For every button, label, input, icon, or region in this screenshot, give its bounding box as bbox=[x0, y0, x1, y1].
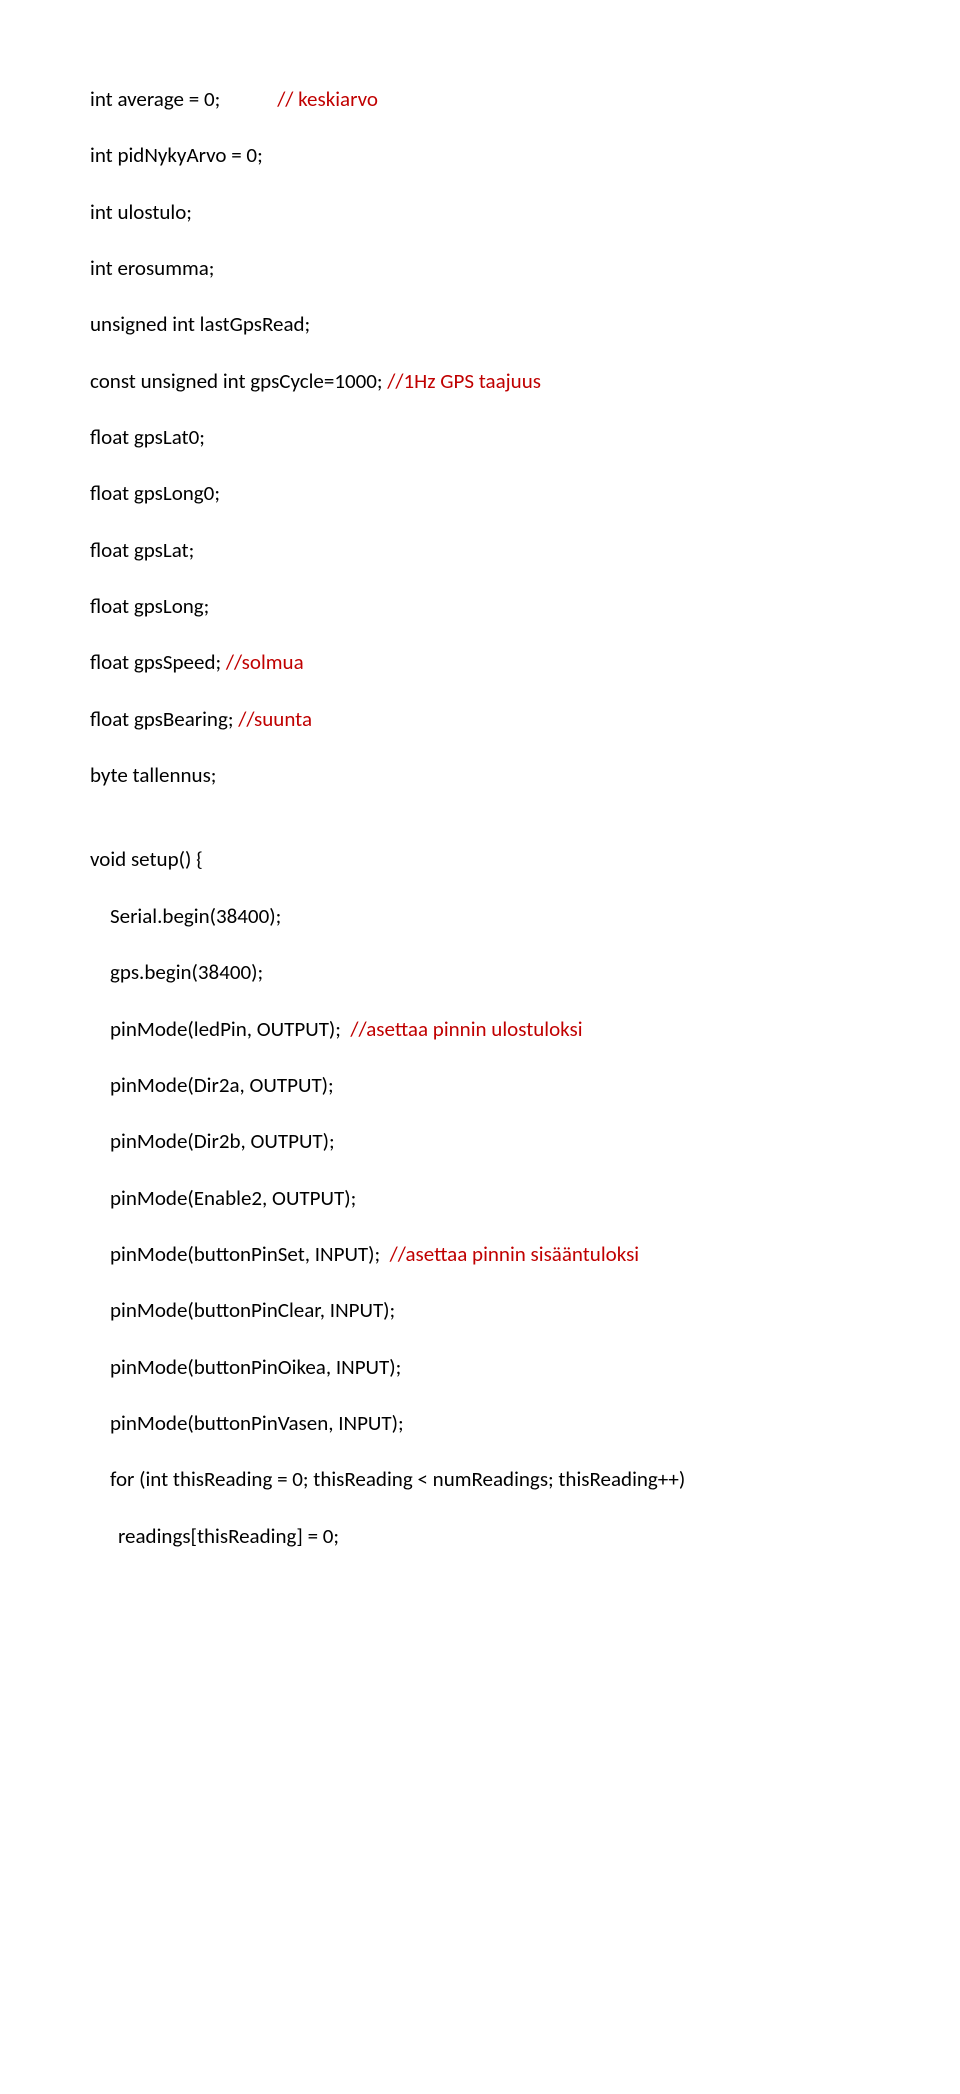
code-text: float gpsBearing; bbox=[90, 706, 238, 732]
code-line: gps.begin(38400); bbox=[90, 958, 870, 986]
code-text: int ulostulo; bbox=[90, 199, 192, 225]
code-text: pinMode(Dir2a, OUTPUT); bbox=[110, 1072, 334, 1098]
code-text: Serial.begin(38400); bbox=[110, 903, 281, 929]
code-line: float gpsBearing; //suunta bbox=[90, 705, 870, 733]
code-text: void setup() { bbox=[90, 846, 203, 872]
code-document: int average = 0; // keskiarvo int pidNyky… bbox=[90, 85, 870, 1550]
code-comment: //suunta bbox=[238, 706, 312, 732]
code-line: Serial.begin(38400); bbox=[90, 902, 870, 930]
code-line: void setup() { bbox=[90, 845, 870, 873]
code-text: float gpsLat; bbox=[90, 537, 194, 563]
code-line: readings[thisReading] = 0; bbox=[90, 1522, 870, 1550]
code-text: byte tallennus; bbox=[90, 762, 216, 788]
code-text: pinMode(buttonPinVasen, INPUT); bbox=[110, 1410, 404, 1436]
code-line: float gpsSpeed; //solmua bbox=[90, 648, 870, 676]
code-text: float gpsLat0; bbox=[90, 424, 205, 450]
code-line: pinMode(Enable2, OUTPUT); bbox=[90, 1184, 870, 1212]
code-text: int erosumma; bbox=[90, 255, 214, 281]
code-text: float gpsLong0; bbox=[90, 480, 220, 506]
code-line: pinMode(buttonPinClear, INPUT); bbox=[90, 1296, 870, 1324]
code-line: const unsigned int gpsCycle=1000; //1Hz … bbox=[90, 367, 870, 395]
code-line: pinMode(ledPin, OUTPUT); //asettaa pinni… bbox=[90, 1015, 870, 1043]
code-text: float gpsSpeed; bbox=[90, 649, 226, 675]
code-line: for (int thisReading = 0; thisReading < … bbox=[90, 1465, 870, 1493]
code-text: pinMode(Enable2, OUTPUT); bbox=[110, 1185, 356, 1211]
code-line: int erosumma; bbox=[90, 254, 870, 282]
code-text: float gpsLong; bbox=[90, 593, 209, 619]
code-text: unsigned int lastGpsRead; bbox=[90, 311, 310, 337]
code-comment: //asettaa pinnin sisääntuloksi bbox=[390, 1241, 639, 1267]
code-line: int average = 0; // keskiarvo bbox=[90, 85, 870, 113]
code-line: pinMode(buttonPinVasen, INPUT); bbox=[90, 1409, 870, 1437]
code-line: float gpsLat; bbox=[90, 536, 870, 564]
code-text: pinMode(buttonPinSet, INPUT); bbox=[110, 1241, 390, 1267]
code-comment: // keskiarvo bbox=[277, 86, 378, 112]
code-comment: //solmua bbox=[226, 649, 304, 675]
code-line: int ulostulo; bbox=[90, 198, 870, 226]
code-line: float gpsLong0; bbox=[90, 479, 870, 507]
code-text: for (int thisReading = 0; thisReading < … bbox=[110, 1466, 685, 1492]
code-line: unsigned int lastGpsRead; bbox=[90, 310, 870, 338]
code-comment: //asettaa pinnin ulostuloksi bbox=[350, 1016, 582, 1042]
code-comment: //1Hz GPS taajuus bbox=[387, 368, 541, 394]
code-text: pinMode(buttonPinOikea, INPUT); bbox=[110, 1354, 401, 1380]
code-text: const unsigned int gpsCycle=1000; bbox=[90, 368, 387, 394]
code-text: int pidNykyArvo = 0; bbox=[90, 142, 263, 168]
code-text: readings[thisReading] = 0; bbox=[118, 1523, 339, 1549]
code-line: float gpsLat0; bbox=[90, 423, 870, 451]
code-line: pinMode(Dir2a, OUTPUT); bbox=[90, 1071, 870, 1099]
code-line: int pidNykyArvo = 0; bbox=[90, 141, 870, 169]
code-line: pinMode(Dir2b, OUTPUT); bbox=[90, 1127, 870, 1155]
code-line: byte tallennus; bbox=[90, 761, 870, 789]
code-line: float gpsLong; bbox=[90, 592, 870, 620]
blank-line bbox=[90, 817, 870, 845]
code-text: pinMode(ledPin, OUTPUT); bbox=[110, 1016, 350, 1042]
code-line: pinMode(buttonPinSet, INPUT); //asettaa … bbox=[90, 1240, 870, 1268]
code-line: pinMode(buttonPinOikea, INPUT); bbox=[90, 1353, 870, 1381]
code-text: int average = 0; bbox=[90, 86, 277, 112]
code-text: gps.begin(38400); bbox=[110, 959, 263, 985]
code-text: pinMode(Dir2b, OUTPUT); bbox=[110, 1128, 335, 1154]
code-text: pinMode(buttonPinClear, INPUT); bbox=[110, 1297, 395, 1323]
